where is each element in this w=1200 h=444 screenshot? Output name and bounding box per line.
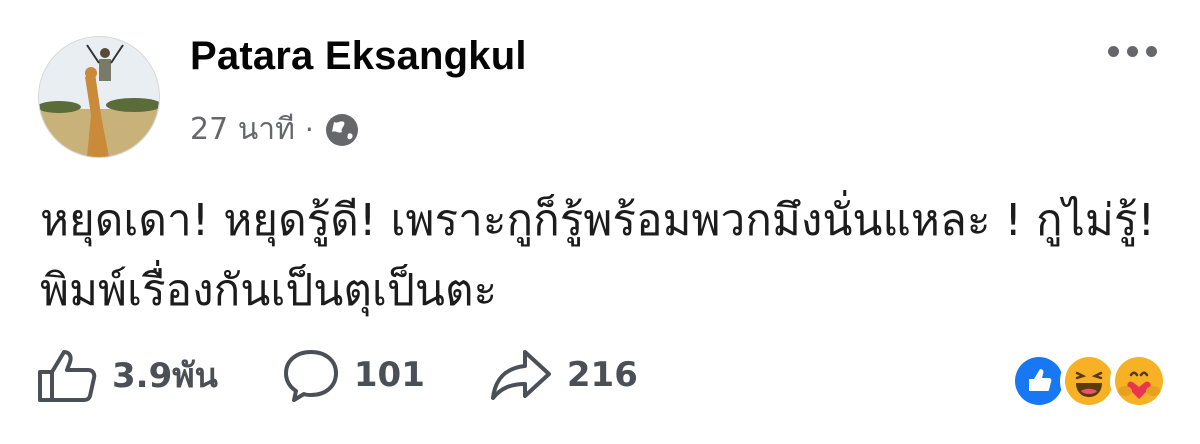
globe-icon[interactable]	[324, 112, 360, 148]
post-time[interactable]: 27 นาที	[190, 106, 295, 153]
share-arrow-icon	[490, 350, 551, 400]
more-options-button[interactable]	[1108, 46, 1157, 57]
comment-icon	[283, 350, 338, 402]
comment-count: 101	[353, 355, 425, 395]
like-button[interactable]: 3.9พัน	[36, 348, 218, 402]
action-bar: 3.9พัน 101 216	[36, 348, 702, 402]
post-meta: 27 นาที ·	[190, 106, 360, 153]
care-reaction-icon	[1110, 352, 1168, 410]
dot-icon	[1146, 46, 1157, 57]
author-name[interactable]: Patara Eksangkul	[190, 34, 527, 79]
post-text: หยุดเดา! หยุดรู้ดี! เพราะกูก็รู้พร้อมพวก…	[40, 195, 1156, 316]
thumbs-up-icon	[38, 350, 97, 402]
meta-separator: ·	[304, 113, 314, 146]
share-count: 216	[566, 355, 638, 395]
like-count: 3.9พัน	[112, 356, 218, 396]
profile-photo	[39, 37, 159, 157]
reaction-summary[interactable]	[1010, 352, 1168, 410]
dot-icon	[1127, 46, 1138, 57]
share-button[interactable]: 216	[489, 348, 638, 402]
avatar[interactable]	[38, 36, 160, 158]
dot-icon	[1108, 46, 1119, 57]
comment-button[interactable]: 101	[282, 348, 425, 402]
